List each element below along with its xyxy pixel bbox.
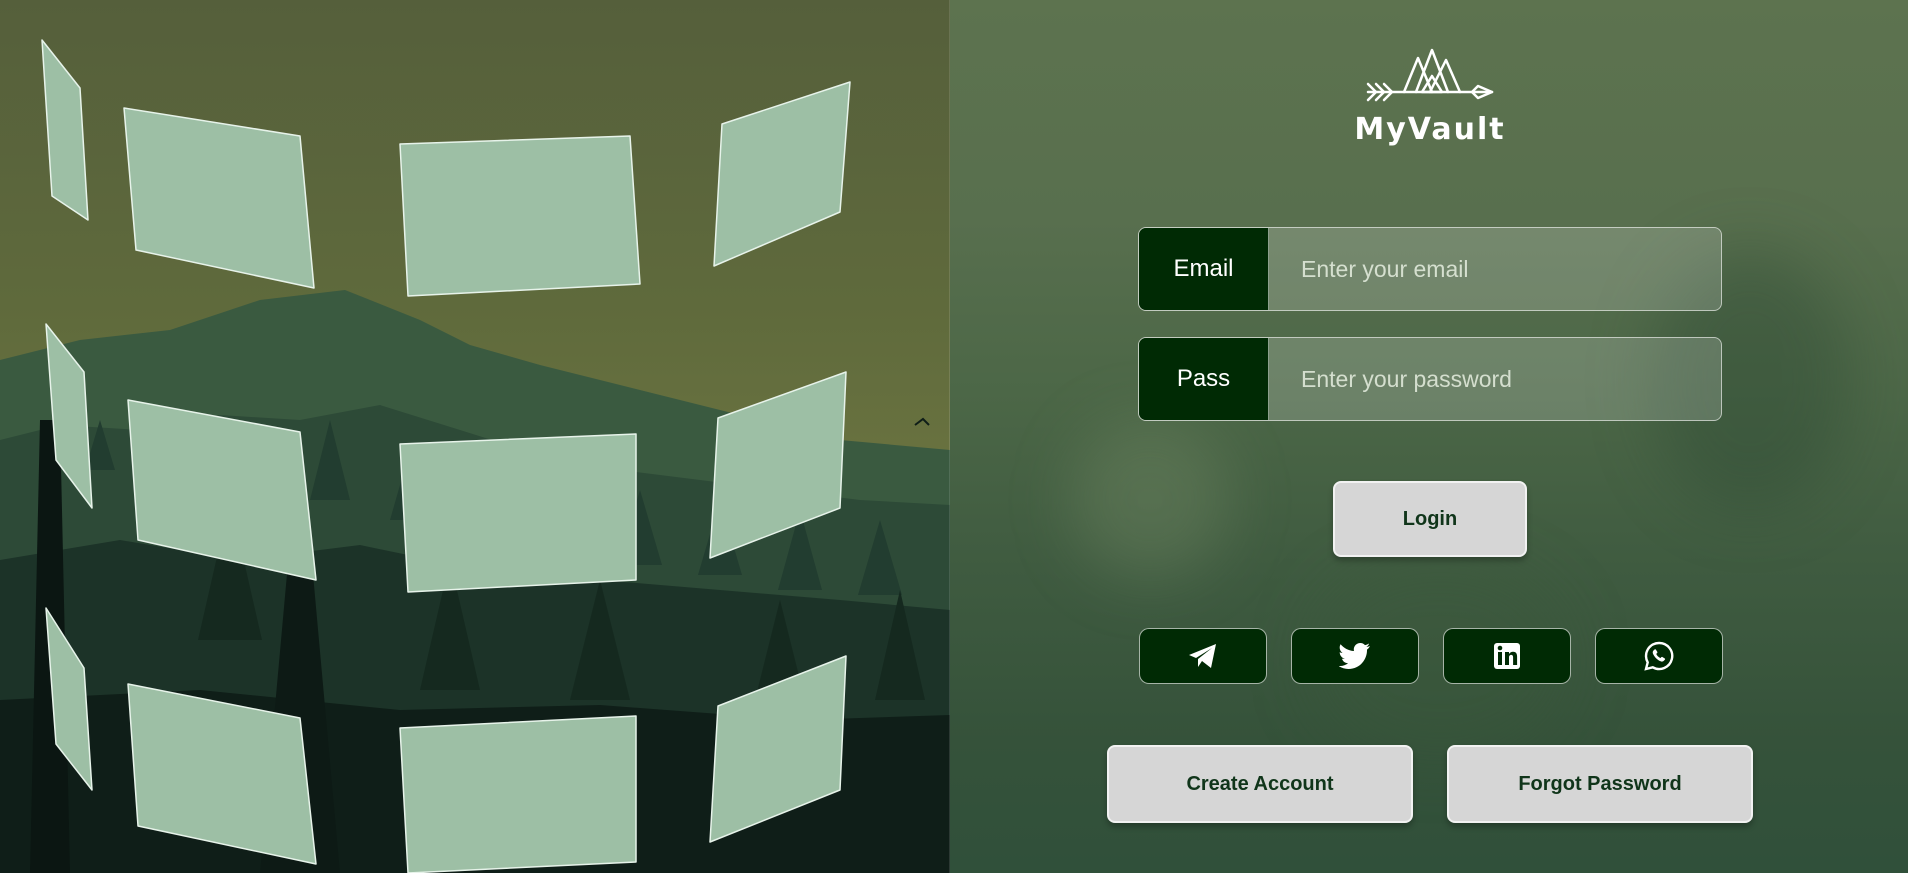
telegram-button[interactable] [1139,628,1267,684]
email-label: Email [1139,228,1269,310]
linkedin-button[interactable] [1443,628,1571,684]
password-input[interactable] [1269,338,1721,420]
email-field: Email [1138,227,1722,311]
whatsapp-button[interactable] [1595,628,1723,684]
decorative-tile [45,607,93,791]
linkedin-icon [1494,643,1520,669]
login-panel: MyVault Email Pass Login Create Accoun [950,0,1908,873]
brand-name: MyVault [1354,112,1506,147]
brand-logo: MyVault [1350,48,1510,158]
forgot-password-button[interactable]: Forgot Password [1447,745,1753,823]
twitter-button[interactable] [1291,628,1419,684]
decorative-tile [127,399,317,581]
decorative-tile [399,433,637,593]
password-label: Pass [1139,338,1269,420]
decorative-tile [713,81,851,267]
password-field: Pass [1138,337,1722,421]
decorative-tile [45,323,93,509]
decorative-tile [399,715,637,873]
twitter-icon [1339,643,1370,669]
decorative-tile [127,683,317,865]
create-account-button[interactable]: Create Account [1107,745,1413,823]
floating-tile-grid [0,0,950,873]
decorative-tile [41,39,89,221]
decorative-tile [399,135,641,297]
login-button[interactable]: Login [1333,481,1527,557]
decorative-tile [123,107,315,289]
whatsapp-icon [1644,641,1674,671]
email-input[interactable] [1269,228,1721,310]
decorative-tile [709,371,847,559]
decorative-scene-panel [0,0,950,873]
telegram-icon [1189,644,1216,668]
decorative-tile [709,655,847,843]
mountain-arrow-logo-icon [1366,48,1494,102]
